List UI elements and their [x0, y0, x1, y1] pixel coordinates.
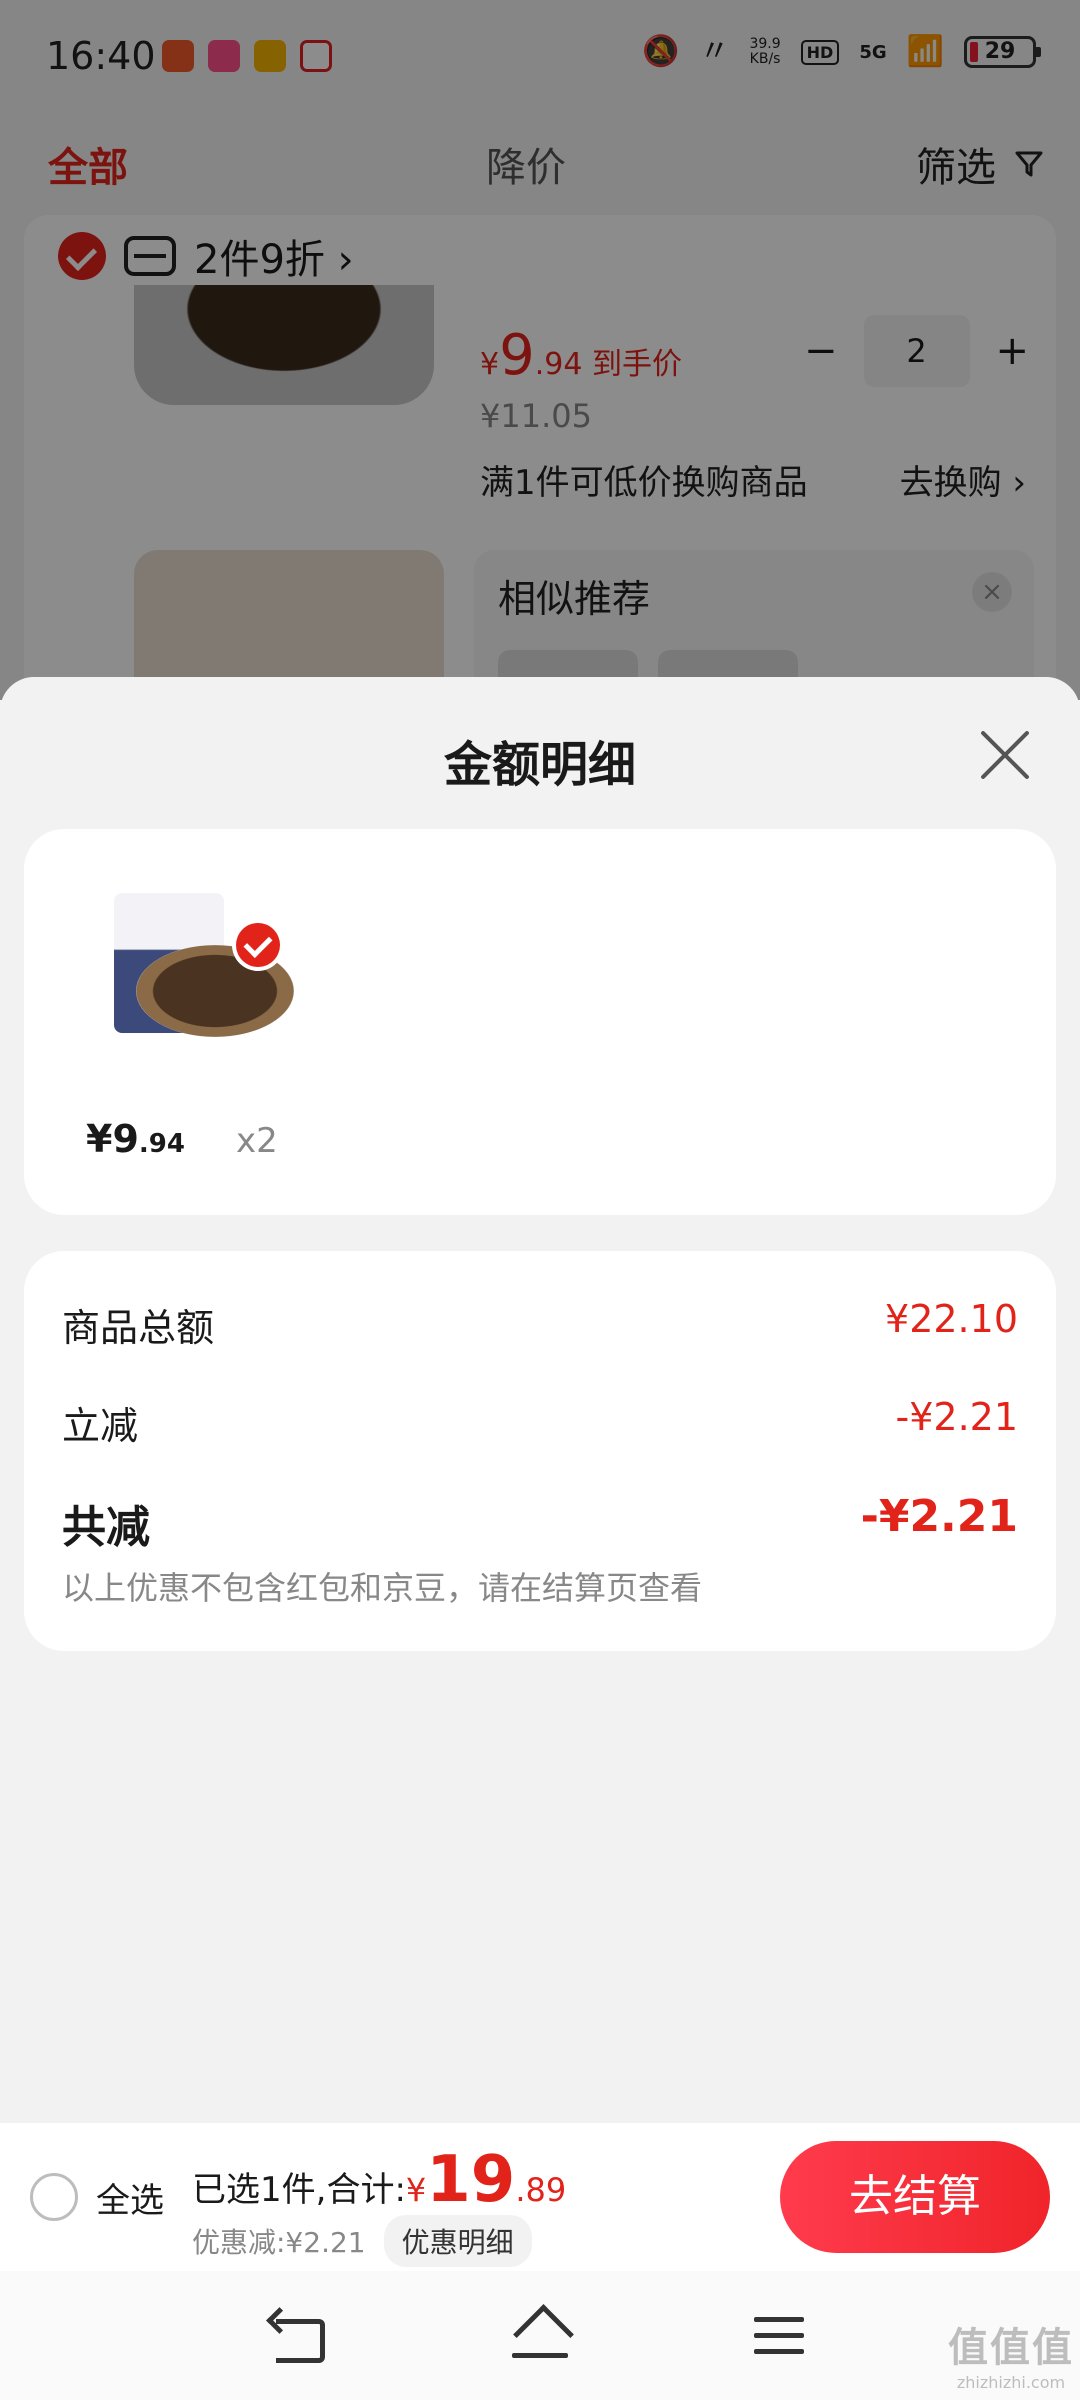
watermark-logo: 值值值: [948, 2325, 1074, 2371]
total-discount-value: -¥2.21: [860, 1491, 1018, 1542]
selected-items-card: ¥9.94 x2: [24, 829, 1056, 1215]
watermark: 值值值 zhizhizhi.com: [948, 2315, 1074, 2392]
discount-line: 优惠减:¥2.21 优惠明细: [192, 2215, 532, 2267]
instant-discount-label: 立减: [62, 1404, 139, 1448]
total-discount-row: 共减 -¥2.21: [62, 1491, 1018, 1555]
instant-discount-row: 立减 -¥2.21: [62, 1395, 1018, 1450]
modal-overlay[interactable]: [0, 0, 1080, 700]
amount-detail-sheet: 金额明细 ¥9.94 x2 商品总额 ¥22.10 立减 -¥2.21 共减 -…: [0, 677, 1080, 2117]
close-icon[interactable]: [978, 729, 1030, 781]
back-icon[interactable]: [270, 2309, 330, 2363]
checkout-button[interactable]: 去结算: [780, 2141, 1050, 2253]
instant-discount-value: -¥2.21: [895, 1395, 1019, 1439]
check-icon: [232, 919, 284, 971]
amount-summary-card: 商品总额 ¥22.10 立减 -¥2.21 共减 -¥2.21 以上优惠不包含红…: [24, 1251, 1056, 1651]
checkout-bar: 全选 已选1件,合计: ¥ 19 .89 优惠减:¥2.21 优惠明细 去结算: [0, 2123, 1080, 2271]
selected-total-line: 已选1件,合计: ¥ 19 .89: [192, 2143, 566, 2217]
price-integer: 9: [112, 1117, 139, 1161]
item-price: ¥9.94: [86, 1117, 185, 1161]
sheet-title: 金额明细: [443, 737, 636, 793]
total-decimal: .89: [515, 2171, 567, 2209]
price-decimal: .94: [138, 1129, 185, 1159]
price-currency: ¥: [86, 1117, 113, 1161]
system-nav-bar: 值值值 zhizhizhi.com: [0, 2271, 1080, 2400]
goods-total-row: 商品总额 ¥22.10: [62, 1297, 1018, 1352]
goods-total-value: ¥22.10: [885, 1297, 1018, 1341]
select-all-label[interactable]: 全选: [96, 2173, 164, 2222]
discount-note: 以上优惠不包含红包和京豆，请在结算页查看: [62, 1569, 703, 1607]
item-quantity: x2: [236, 1121, 278, 1161]
total-integer: 19: [426, 2143, 516, 2217]
background-cart-page: 16:40 🔕 〃 39.9 KB/s HD 5G 📶 29 全部 降价 筛选: [0, 0, 1080, 700]
selected-prefix: 已选1件,合计:: [192, 2170, 406, 2210]
product-thumbnail: [84, 879, 304, 1069]
discount-text: 优惠减:¥2.21: [192, 2226, 366, 2259]
total-currency: ¥: [405, 2171, 427, 2209]
total-discount-label: 共减: [62, 1502, 150, 1553]
home-icon[interactable]: [510, 2309, 570, 2361]
select-all-radio[interactable]: [30, 2173, 78, 2221]
watermark-url: zhizhizhi.com: [956, 2373, 1066, 2392]
menu-icon[interactable]: [750, 2309, 810, 2361]
goods-total-label: 商品总额: [62, 1306, 215, 1350]
discount-detail-button[interactable]: 优惠明细: [383, 2215, 532, 2267]
